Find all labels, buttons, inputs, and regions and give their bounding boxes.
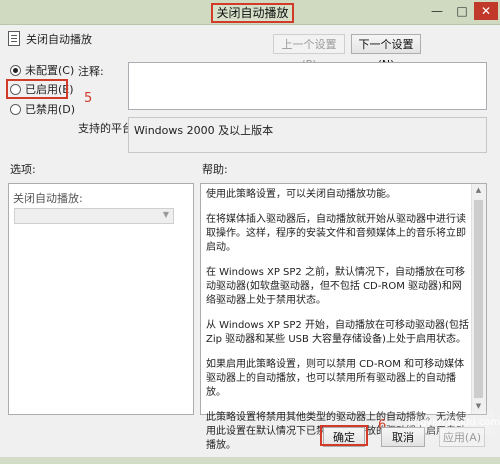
radio-label: 未配置(C) xyxy=(25,64,75,77)
help-paragraph: 在 Windows XP SP2 之前，默认情况下，自动播放在可移动驱动器(如软… xyxy=(206,267,465,306)
radio-button-icon[interactable] xyxy=(10,65,21,76)
window-title: 关闭自动播放 xyxy=(211,3,294,23)
next-setting-button[interactable]: 下一个设置(N) xyxy=(351,34,421,71)
maximize-icon[interactable]: □ xyxy=(451,2,473,20)
title-bar[interactable]: 关闭自动播放 — □ ✕ xyxy=(0,0,500,25)
annotation-highlight-ok xyxy=(320,425,368,446)
annotation-highlight-enabled xyxy=(6,79,68,99)
platform-value: Windows 2000 及以上版本 xyxy=(128,117,487,153)
scrollbar-thumb[interactable] xyxy=(474,200,483,398)
autoplay-dropdown[interactable]: ▼ xyxy=(14,208,174,224)
help-panel: 使用此策略设置，可以关闭自动播放功能。 在将媒体插入驱动器后，自动播放就开始从驱… xyxy=(200,183,487,451)
options-header: 选项: xyxy=(10,163,36,176)
scroll-up-icon[interactable]: ▲ xyxy=(474,186,483,196)
policy-dialog-window: 关闭自动播放 — □ ✕ 关闭自动播放 上一个设置(P) 下一个设置(N) 未配… xyxy=(0,0,500,457)
options-panel: 关闭自动播放: ▼ xyxy=(8,183,194,415)
close-icon[interactable]: ✕ xyxy=(474,2,498,20)
comment-textarea[interactable] xyxy=(128,62,487,110)
radio-label: 已禁用(D) xyxy=(25,103,76,116)
minimize-icon[interactable]: — xyxy=(425,2,449,20)
policy-setting-icon xyxy=(8,31,20,46)
chevron-down-icon: ▼ xyxy=(162,210,169,219)
annotation-step-number: 5 xyxy=(84,91,93,106)
help-scrollbar[interactable]: ▲ ▼ xyxy=(471,184,486,414)
help-paragraph: 从 Windows XP SP2 开始，自动播放在可移动驱动器(包括 Zip 驱… xyxy=(206,320,469,345)
setting-name: 关闭自动播放 xyxy=(26,33,92,46)
options-caption: 关闭自动播放: xyxy=(13,192,83,205)
help-paragraph: 如果启用此策略设置，则可以禁用 CD-ROM 和可移动媒体驱动器上的自动播放，也… xyxy=(206,359,465,398)
radio-button-icon[interactable] xyxy=(10,104,21,115)
comment-label: 注释: xyxy=(78,65,104,78)
previous-setting-button[interactable]: 上一个设置(P) xyxy=(273,34,345,71)
help-paragraph: 在将媒体插入驱动器后，自动播放就开始从驱动器中进行读取操作。这样，程序的安装文件… xyxy=(206,214,466,253)
watermark-text: jingyan.baidu.com xyxy=(408,411,500,435)
help-paragraph: 使用此策略设置，可以关闭自动播放功能。 xyxy=(206,189,396,200)
help-header: 帮助: xyxy=(202,163,228,176)
